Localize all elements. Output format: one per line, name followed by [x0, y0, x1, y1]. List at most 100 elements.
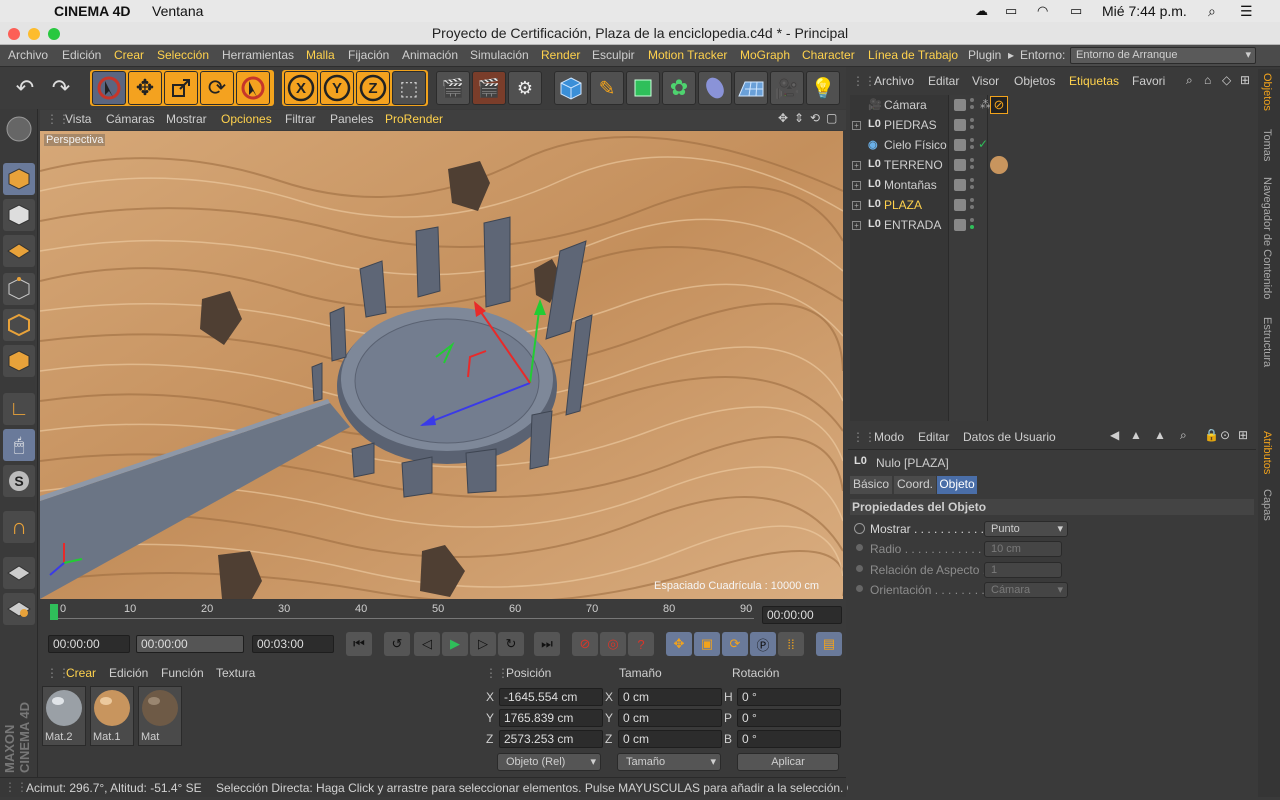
rotation-p-field[interactable]: 0 °: [737, 709, 841, 727]
editor-render-dots[interactable]: [970, 178, 974, 192]
notification-center-icon[interactable]: ☰: [1240, 3, 1253, 20]
menu-plugin[interactable]: Plugin: [968, 48, 1001, 62]
window-menu[interactable]: Ventana: [152, 3, 203, 19]
redo-button[interactable]: ↷: [44, 71, 78, 105]
tab-objeto[interactable]: Objeto: [937, 476, 977, 494]
menu-motion-tracker[interactable]: Motion Tracker: [648, 48, 727, 62]
menu-simulacion[interactable]: Simulación: [470, 48, 529, 62]
key-rotation-button[interactable]: ⟳: [722, 632, 748, 656]
go-to-end-button[interactable]: ⏭: [534, 632, 560, 656]
material-swatch[interactable]: Mat.2: [42, 686, 86, 746]
menu-malla[interactable]: Malla: [306, 48, 335, 62]
expand-icon[interactable]: +: [852, 181, 861, 190]
expand-icon[interactable]: +: [852, 161, 861, 170]
orientation-dropdown[interactable]: Cámara ▾: [984, 582, 1068, 598]
dolly-view-icon[interactable]: ⇕: [794, 111, 804, 125]
radius-field[interactable]: 10 cm: [984, 541, 1062, 557]
animate-radio[interactable]: [856, 565, 863, 572]
new-window-icon[interactable]: ⊞: [1238, 428, 1248, 442]
autokey-button[interactable]: ◎: [600, 632, 626, 656]
vp-menu-filtrar[interactable]: Filtrar: [285, 112, 316, 126]
previous-key-button[interactable]: ↺: [384, 632, 410, 656]
zoom-window-icon[interactable]: [48, 28, 60, 40]
object-row-plaza[interactable]: + L0 PLAZA: [848, 195, 1248, 215]
light-button[interactable]: 💡: [806, 71, 840, 105]
current-frame-field[interactable]: 00:00:00: [762, 606, 842, 624]
app-menu[interactable]: CINEMA 4D: [54, 3, 131, 19]
expand-icon[interactable]: +: [852, 201, 861, 210]
object-row-terreno[interactable]: + L0 TERRENO: [848, 155, 1248, 175]
tab-basico[interactable]: Básico: [850, 476, 892, 494]
camera-button[interactable]: 🎥: [770, 71, 804, 105]
menu-seleccion[interactable]: Selección: [157, 48, 209, 62]
render-region-button[interactable]: 🎬: [472, 71, 506, 105]
snap-button[interactable]: ∩: [3, 511, 35, 543]
model-mode-button[interactable]: [3, 163, 35, 195]
viewport-3d[interactable]: Perspectiva Espaciado Cuadrícula : 10000…: [40, 131, 843, 599]
am-menu-modo[interactable]: Modo: [874, 430, 904, 444]
expand-icon[interactable]: +: [852, 121, 861, 130]
rotate-tool-button[interactable]: ⟳: [200, 71, 234, 105]
scale-tool-button[interactable]: [164, 71, 198, 105]
end-time-field[interactable]: 00:03:00: [252, 635, 334, 653]
am-menu-editar[interactable]: Editar: [918, 430, 949, 444]
move-tool-button[interactable]: ✥: [128, 71, 162, 105]
live-selection-button[interactable]: [92, 71, 126, 105]
protection-tag-icon[interactable]: ⊘: [990, 96, 1008, 114]
dock-tab-atributos[interactable]: Atributos: [1261, 431, 1273, 474]
dock-tab-navegador[interactable]: Navegador de Contenido: [1261, 177, 1273, 299]
material-swatch[interactable]: Mat.1: [90, 686, 134, 746]
workplane-lock-button[interactable]: [3, 557, 35, 589]
visibility-toggle[interactable]: [954, 139, 966, 151]
object-row-montanas[interactable]: + L0 Montañas: [848, 175, 1248, 195]
menu-archivo[interactable]: Archivo: [8, 48, 48, 62]
menu-mograph[interactable]: MoGraph: [740, 48, 790, 62]
display-dropdown[interactable]: Punto ▾: [984, 521, 1068, 537]
play-button[interactable]: ▶: [442, 632, 468, 656]
position-x-field[interactable]: -1645.554 cm: [499, 688, 603, 706]
previous-frame-button[interactable]: ◁: [414, 632, 440, 656]
menu-herramientas[interactable]: Herramientas: [222, 48, 294, 62]
navigate-icon[interactable]: ◇: [1222, 73, 1231, 87]
apply-button[interactable]: Aplicar: [737, 753, 839, 771]
edges-mode-button[interactable]: [3, 309, 35, 341]
menu-animacion[interactable]: Animación: [402, 48, 458, 62]
om-menu-etiquetas[interactable]: Etiquetas: [1069, 74, 1119, 88]
key-parameter-button[interactable]: Ⓟ: [750, 632, 776, 656]
go-to-start-button[interactable]: ⏮: [346, 632, 372, 656]
am-menu-datos-usuario[interactable]: Datos de Usuario: [963, 430, 1056, 444]
record-keys-button[interactable]: ⊘: [572, 632, 598, 656]
editor-render-dots[interactable]: [970, 138, 974, 152]
om-menu-visor[interactable]: Visor: [972, 74, 999, 88]
mat-menu-textura[interactable]: Textura: [216, 666, 255, 680]
up-arrow-icon[interactable]: ▲: [1130, 428, 1142, 442]
last-tool-button[interactable]: [236, 71, 270, 105]
visibility-toggle[interactable]: [954, 99, 966, 111]
visibility-toggle[interactable]: [954, 159, 966, 171]
close-window-icon[interactable]: [8, 28, 20, 40]
render-sphere-icon[interactable]: [3, 113, 35, 145]
solo-button[interactable]: S: [3, 465, 35, 497]
up-filled-icon[interactable]: ▲: [1154, 428, 1166, 442]
z-axis-lock-button[interactable]: Z: [356, 71, 390, 105]
settings-icon[interactable]: ⊙: [1220, 428, 1230, 442]
menu-more-icon[interactable]: ▸: [1008, 48, 1014, 62]
check-icon[interactable]: ✓: [978, 137, 988, 151]
position-z-field[interactable]: 2573.253 cm: [499, 730, 603, 748]
mat-menu-edicion[interactable]: Edición: [109, 666, 148, 680]
start-time-field[interactable]: 00:00:00: [48, 635, 130, 653]
x-axis-lock-button[interactable]: X: [284, 71, 318, 105]
texture-mode-button[interactable]: [3, 199, 35, 231]
search-icon[interactable]: ⌕: [1180, 428, 1187, 443]
cube-object-button[interactable]: [554, 71, 588, 105]
animate-radio[interactable]: [854, 523, 865, 534]
vp-menu-vista[interactable]: Vista: [65, 112, 91, 126]
vp-menu-camaras[interactable]: Cámaras: [106, 112, 155, 126]
editor-render-dots[interactable]: [970, 218, 974, 232]
render-settings-button[interactable]: ⚙: [508, 71, 542, 105]
object-row-piedras[interactable]: + L0 PIEDRAS: [848, 115, 1248, 135]
rotation-b-field[interactable]: 0 °: [737, 730, 841, 748]
size-x-field[interactable]: 0 cm: [618, 688, 722, 706]
object-row-cielo-fisico[interactable]: ◉ Cielo Físico ✓: [848, 135, 1248, 155]
size-z-field[interactable]: 0 cm: [618, 730, 722, 748]
